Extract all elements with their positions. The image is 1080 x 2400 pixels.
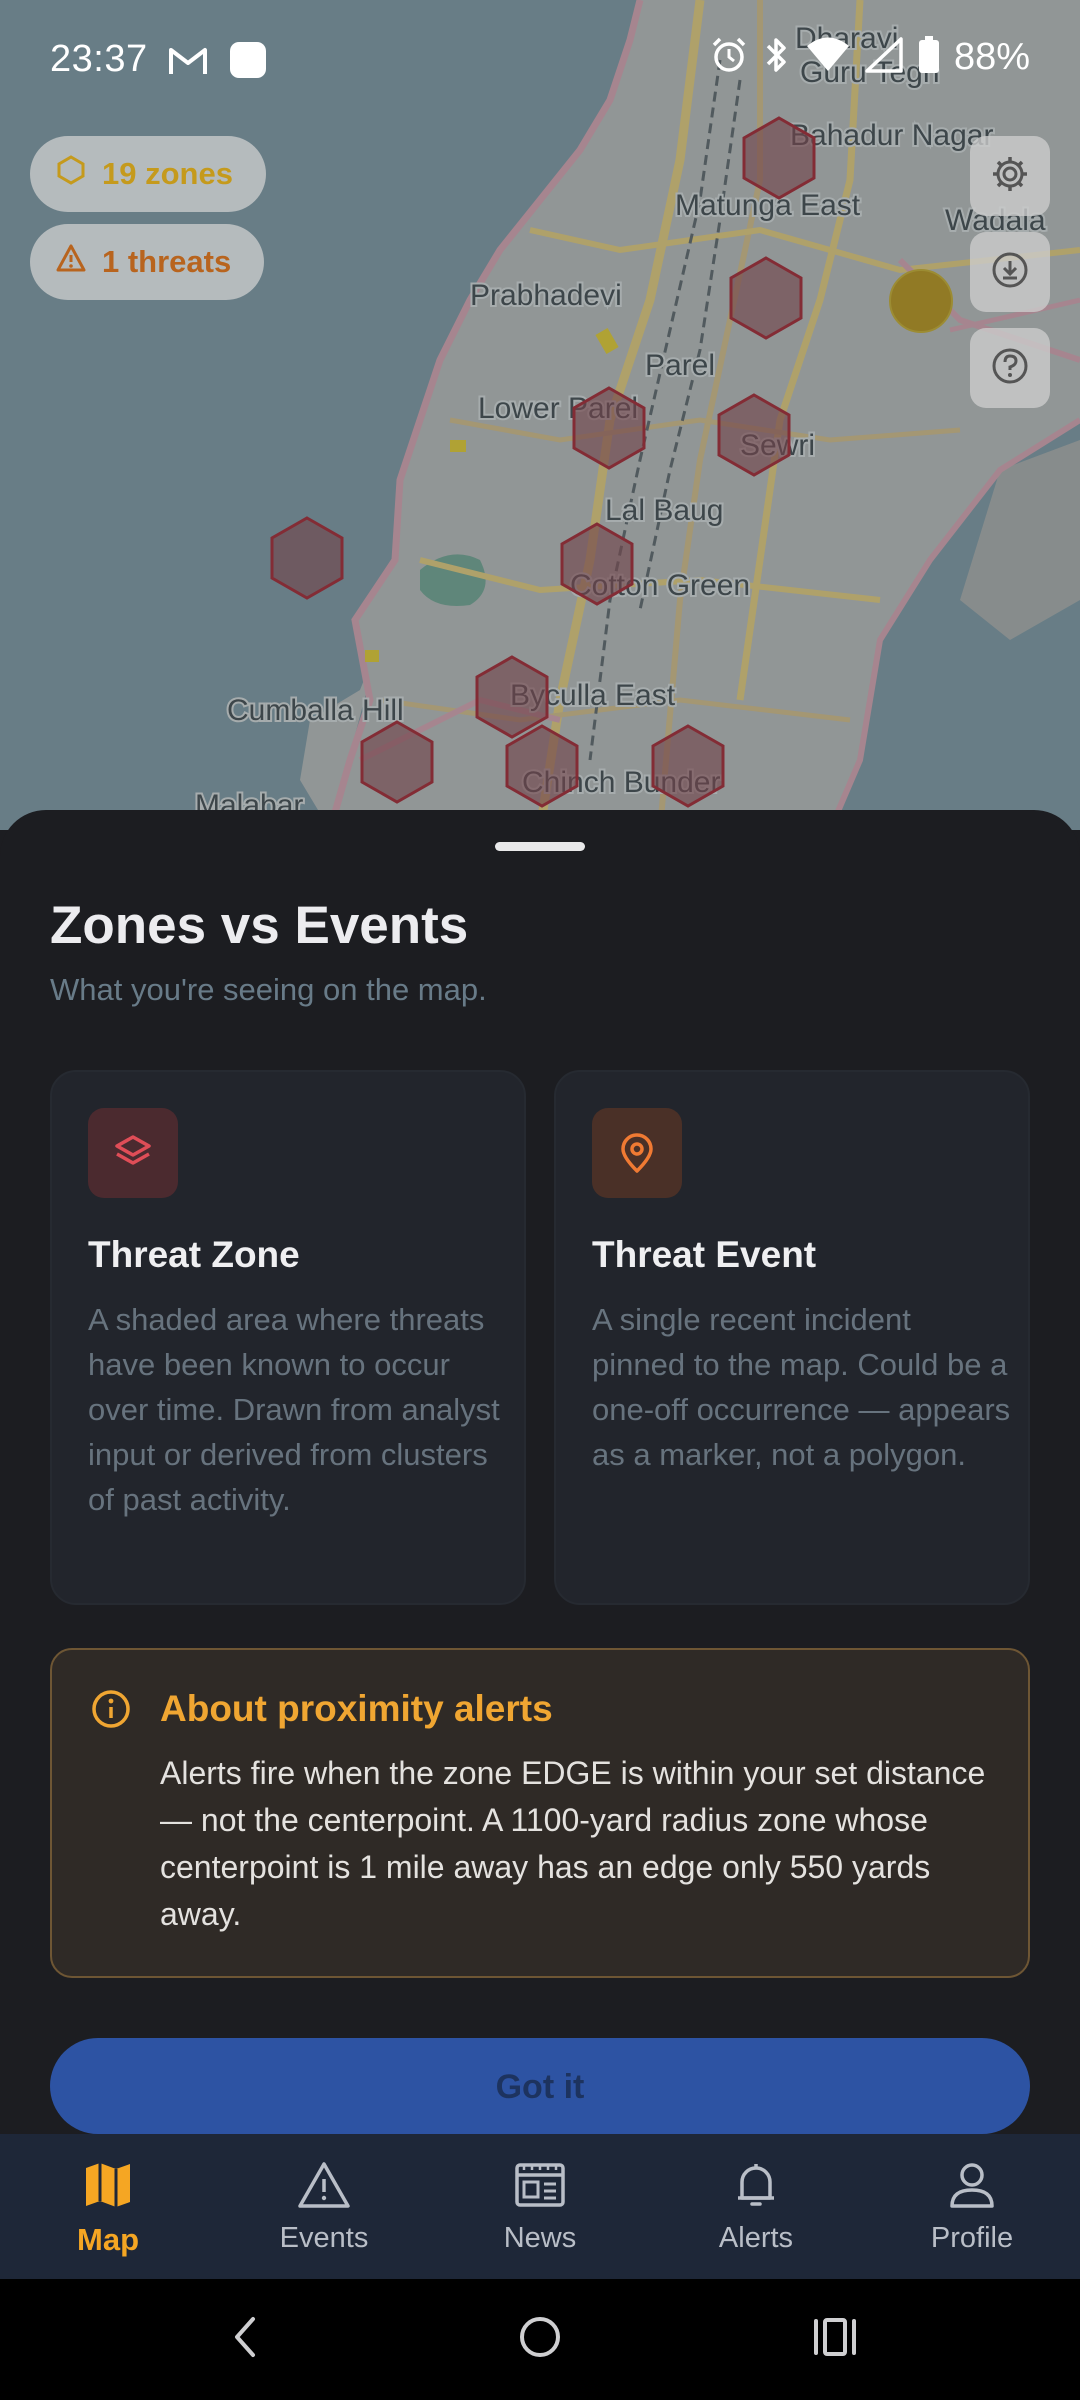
layers-icon [88,1108,178,1198]
threat-event-title: Threat Event [592,1234,817,1275]
threat-event-card: Threat Event A single recent incident pi… [554,1070,1030,1605]
chevron-left-icon [227,2315,263,2364]
nav-label: Profile [930,2222,1014,2254]
battery-percent: 88% [953,36,1030,78]
nav-label: Map [77,2222,139,2257]
bell-icon [727,2156,785,2214]
nav-item-alerts[interactable]: Alerts [648,2134,864,2279]
home-circle-icon [518,2315,562,2364]
map-icon [79,2156,137,2214]
nav-item-map[interactable]: Map [0,2134,216,2279]
warning-triangle-icon [295,2156,353,2214]
sheet-title: Zones vs Events [50,896,469,955]
threats-count-chip[interactable]: 1 threats [30,224,264,300]
nav-item-events[interactable]: Events [216,2134,432,2279]
got-it-button[interactable]: Got it [50,2038,1030,2134]
map-pin-icon [592,1108,682,1198]
zones-count-label: 19 zones [102,156,233,191]
download-circle-icon [990,250,1030,295]
person-icon [943,2156,1001,2214]
system-back-button[interactable] [215,2309,275,2369]
status-time: 23:37 [50,38,148,80]
nav-item-news[interactable]: News [432,2134,648,2279]
zones-vs-events-sheet: Zones vs Events What you're seeing on th… [0,810,1080,2135]
threat-zone-title: Threat Zone [88,1234,300,1275]
app-notification-icon [228,40,268,85]
threat-event-description: A single recent incident pinned to the m… [592,1302,1011,1472]
nav-label: Alerts [718,2222,794,2254]
system-navigation-bar [0,2279,1080,2400]
help-circle-icon [990,346,1030,391]
proximity-alerts-notice: About proximity alerts Alerts fire when … [50,1648,1030,1978]
map-tiles[interactable]: Dharavi Guru Tegh Bahadur Nagar Matunga … [0,0,1080,830]
offline-download-button[interactable] [970,232,1050,312]
notice-body: Alerts fire when the zone EDGE is within… [160,1755,986,1932]
newspaper-icon [511,2156,569,2214]
recents-icon [812,2317,858,2362]
help-button[interactable] [970,328,1050,408]
info-icon [90,1688,132,1735]
zones-count-chip[interactable]: 19 zones [30,136,266,212]
bluetooth-icon [762,36,792,79]
map-view[interactable]: Dharavi Guru Tegh Bahadur Nagar Matunga … [0,0,1080,830]
threat-zone-card: Threat Zone A shaded area where threats … [50,1070,526,1605]
battery-icon [918,36,940,79]
notice-title: About proximity alerts [160,1688,553,1729]
threats-count-label: 1 threats [102,244,232,279]
nav-item-profile[interactable]: Profile [864,2134,1080,2279]
nav-label: News [503,2222,577,2254]
cellular-signal-icon [864,36,904,79]
warning-triangle-icon [56,243,86,281]
bottom-navigation: Map Events News Alerts Profile [0,2134,1080,2279]
hexagon-icon [56,155,86,193]
sheet-drag-handle[interactable] [495,842,585,851]
settings-button[interactable] [970,136,1050,216]
status-bar: 23:37 88% [0,0,1080,124]
alarm-icon [710,36,748,79]
system-home-button[interactable] [510,2309,570,2369]
system-recents-button[interactable] [805,2309,865,2369]
nav-label: Events [279,2222,369,2254]
gmail-icon [168,44,208,81]
sheet-subtitle: What you're seeing on the map. [50,972,487,1007]
threat-zone-description: A shaded area where threats have been kn… [88,1302,500,1517]
wifi-icon [806,37,850,78]
gear-icon [990,154,1030,199]
